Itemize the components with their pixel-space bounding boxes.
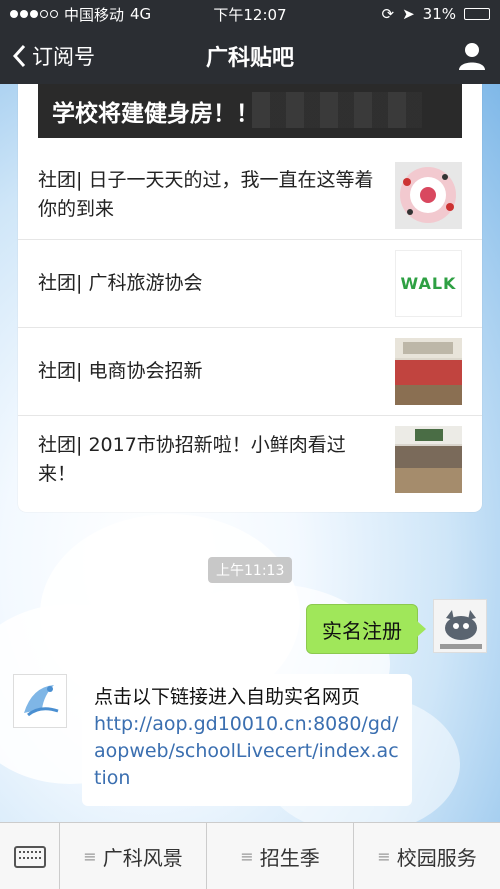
bot-message-text: 点击以下链接进入自助实名网页 bbox=[94, 686, 361, 708]
nav-bar: 订阅号 广科贴吧 bbox=[0, 28, 500, 84]
cert-link[interactable]: http://aop.gd10010.cn:8080/gd/aopweb/sch… bbox=[94, 711, 400, 792]
article-title: 社团| 电商协会招新 bbox=[38, 360, 203, 382]
bot-message-bubble: 点击以下链接进入自助实名网页 http://aop.gd10010.cn:808… bbox=[73, 674, 412, 806]
user-profile-icon[interactable] bbox=[456, 40, 488, 72]
article-title: 社团| 日子一天天的过，我一直在这等着你的到来 bbox=[38, 169, 374, 220]
menu-label: 广科风景 bbox=[102, 846, 183, 870]
status-right: ⟳ ➤ 31% bbox=[381, 5, 490, 23]
classroom-photo-icon bbox=[395, 426, 462, 493]
bottom-menu: ≡ 广科风景 ≡ 招生季 ≡ 校园服务 bbox=[0, 822, 500, 889]
menu-lines-icon: ≡ bbox=[377, 847, 391, 866]
carrier-label: 中国移动 bbox=[64, 5, 125, 24]
article-banner[interactable]: 学校将建健身房！！ bbox=[38, 84, 462, 138]
classroom-photo-icon bbox=[395, 338, 462, 405]
cat-avatar-icon bbox=[434, 600, 486, 652]
keyboard-toggle-button[interactable] bbox=[0, 823, 60, 889]
article-title: 社团| 2017市协招新啦！小鲜肉看过来！ bbox=[38, 433, 346, 485]
official-account-avatar[interactable] bbox=[13, 674, 67, 728]
my-avatar[interactable] bbox=[433, 599, 487, 653]
rotation-lock-icon: ⟳ bbox=[381, 5, 395, 23]
guangke-logo-icon bbox=[24, 685, 59, 717]
article-item[interactable]: 社团| 2017市协招新啦！小鲜肉看过来！ bbox=[18, 415, 482, 503]
menu-label: 校园服务 bbox=[396, 846, 477, 870]
status-bar: 中国移动 4G 下午12:07 ⟳ ➤ 31% bbox=[0, 0, 500, 28]
status-left: 中国移动 4G bbox=[10, 4, 151, 25]
article-item[interactable]: 社团| 电商协会招新 bbox=[18, 327, 482, 415]
article-item[interactable]: 社团| 广科旅游协会 WALK bbox=[18, 239, 482, 327]
signal-strength-icon bbox=[10, 10, 58, 18]
walk-logo-icon: WALK bbox=[395, 250, 462, 317]
banner-image bbox=[252, 92, 422, 128]
club-photo-icon bbox=[395, 161, 462, 229]
banner-title: 学校将建健身房！！ bbox=[52, 101, 259, 127]
back-label: 订阅号 bbox=[32, 45, 95, 69]
network-label: 4G bbox=[130, 5, 152, 23]
article-card: 学校将建健身房！！ 社团| 日子一天天的过，我一直在这等着你的到来 社团| 广科… bbox=[18, 84, 482, 512]
keyboard-icon bbox=[13, 845, 46, 868]
battery-icon bbox=[464, 8, 490, 20]
menu-label: 招生季 bbox=[259, 846, 320, 870]
article-item[interactable]: 社团| 日子一天天的过，我一直在这等着你的到来 bbox=[18, 151, 482, 239]
menu-item-scenery[interactable]: ≡ 广科风景 bbox=[60, 823, 207, 889]
article-title: 社团| 广科旅游协会 bbox=[38, 272, 203, 294]
menu-item-campus-services[interactable]: ≡ 校园服务 bbox=[354, 823, 500, 889]
battery-percent: 31% bbox=[422, 5, 456, 23]
walk-logo-text: WALK bbox=[400, 274, 457, 293]
location-icon: ➤ bbox=[402, 5, 415, 23]
my-message-text: 实名注册 bbox=[322, 618, 402, 643]
my-message-bubble[interactable]: 实名注册 bbox=[306, 604, 426, 654]
chevron-left-icon bbox=[12, 44, 26, 68]
chat-area[interactable]: 学校将建健身房！！ 社团| 日子一天天的过，我一直在这等着你的到来 社团| 广科… bbox=[0, 84, 500, 822]
message-timestamp: 上午11:13 bbox=[208, 557, 293, 583]
menu-item-admissions[interactable]: ≡ 招生季 bbox=[207, 823, 354, 889]
menu-lines-icon: ≡ bbox=[83, 847, 97, 866]
menu-lines-icon: ≡ bbox=[240, 847, 254, 866]
back-button[interactable]: 订阅号 bbox=[12, 41, 95, 71]
